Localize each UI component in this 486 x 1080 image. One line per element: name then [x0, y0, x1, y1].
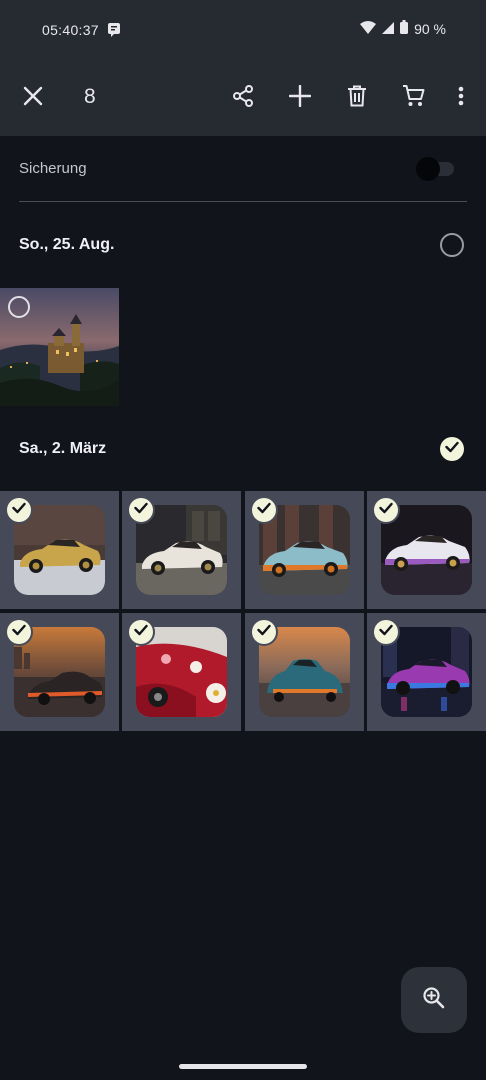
zoom-in-icon [422, 986, 446, 1015]
photo-tile[interactable] [245, 613, 364, 731]
select-photo-checkbox[interactable] [252, 620, 276, 644]
share-icon [231, 84, 255, 113]
car-photo [136, 505, 227, 595]
delete-button[interactable] [341, 82, 373, 114]
gesture-handle[interactable] [179, 1064, 307, 1069]
toggle-thumb [416, 157, 440, 181]
share-button[interactable] [227, 82, 259, 114]
cart-icon [402, 84, 426, 113]
car-photo [14, 505, 105, 595]
divider [19, 201, 467, 202]
car-photo [259, 505, 350, 595]
car-photo [381, 505, 472, 595]
battery-icon [400, 20, 409, 37]
select-photo-checkbox[interactable] [7, 498, 31, 522]
close-button[interactable] [17, 82, 49, 114]
more-options-button[interactable] [445, 82, 477, 114]
notification-icon [108, 23, 120, 42]
car-photo [381, 627, 472, 717]
selection-toolbar: 8 [0, 60, 486, 136]
backup-toggle[interactable] [416, 157, 454, 181]
check-icon [12, 501, 26, 519]
check-icon [379, 623, 393, 641]
battery-level: 90 % [414, 20, 446, 37]
delete-icon [347, 85, 367, 112]
car-photo [259, 627, 350, 717]
check-icon [257, 501, 271, 519]
select-photo-checkbox[interactable] [374, 620, 398, 644]
selected-count: 8 [84, 85, 96, 108]
zoom-button[interactable] [401, 967, 467, 1033]
close-icon [23, 86, 43, 111]
photo-tile[interactable] [367, 613, 486, 731]
select-photo-checkbox[interactable] [129, 620, 153, 644]
photo-tile[interactable] [0, 613, 119, 731]
status-icons: 90 % [360, 20, 446, 37]
select-photo-checkbox[interactable] [374, 498, 398, 522]
check-icon [12, 623, 26, 641]
select-group-checkbox[interactable] [440, 233, 464, 257]
photo-tile[interactable] [122, 613, 241, 731]
check-icon [257, 623, 271, 641]
backup-label: Sicherung [19, 160, 87, 177]
select-photo-checkbox[interactable] [252, 498, 276, 522]
photo-tile[interactable] [245, 491, 364, 609]
select-photo-checkbox[interactable] [8, 296, 30, 318]
add-icon [288, 84, 312, 112]
photo-tile[interactable] [122, 491, 241, 609]
add-button[interactable] [284, 82, 316, 114]
more-icon [458, 86, 464, 111]
check-icon [134, 501, 148, 519]
check-icon [445, 440, 459, 458]
date-header: So., 25. Aug. [19, 236, 115, 253]
photo-tile[interactable] [0, 288, 119, 406]
status-time: 05:40:37 [42, 22, 99, 38]
photo-tile[interactable] [0, 491, 119, 609]
status-bar: 05:40:37 90 % [0, 0, 486, 60]
select-photo-checkbox[interactable] [129, 498, 153, 522]
signal-icon [382, 21, 395, 37]
car-photo [14, 627, 105, 717]
date-header: Sa., 2. März [19, 440, 107, 457]
select-photo-checkbox[interactable] [7, 620, 31, 644]
wifi-icon [360, 20, 377, 37]
check-icon [134, 623, 148, 641]
car-photo [136, 627, 227, 717]
select-group-checkbox[interactable] [440, 437, 464, 461]
order-prints-button[interactable] [398, 82, 430, 114]
photo-tile[interactable] [367, 491, 486, 609]
check-icon [379, 501, 393, 519]
backup-row: Sicherung [0, 136, 486, 202]
